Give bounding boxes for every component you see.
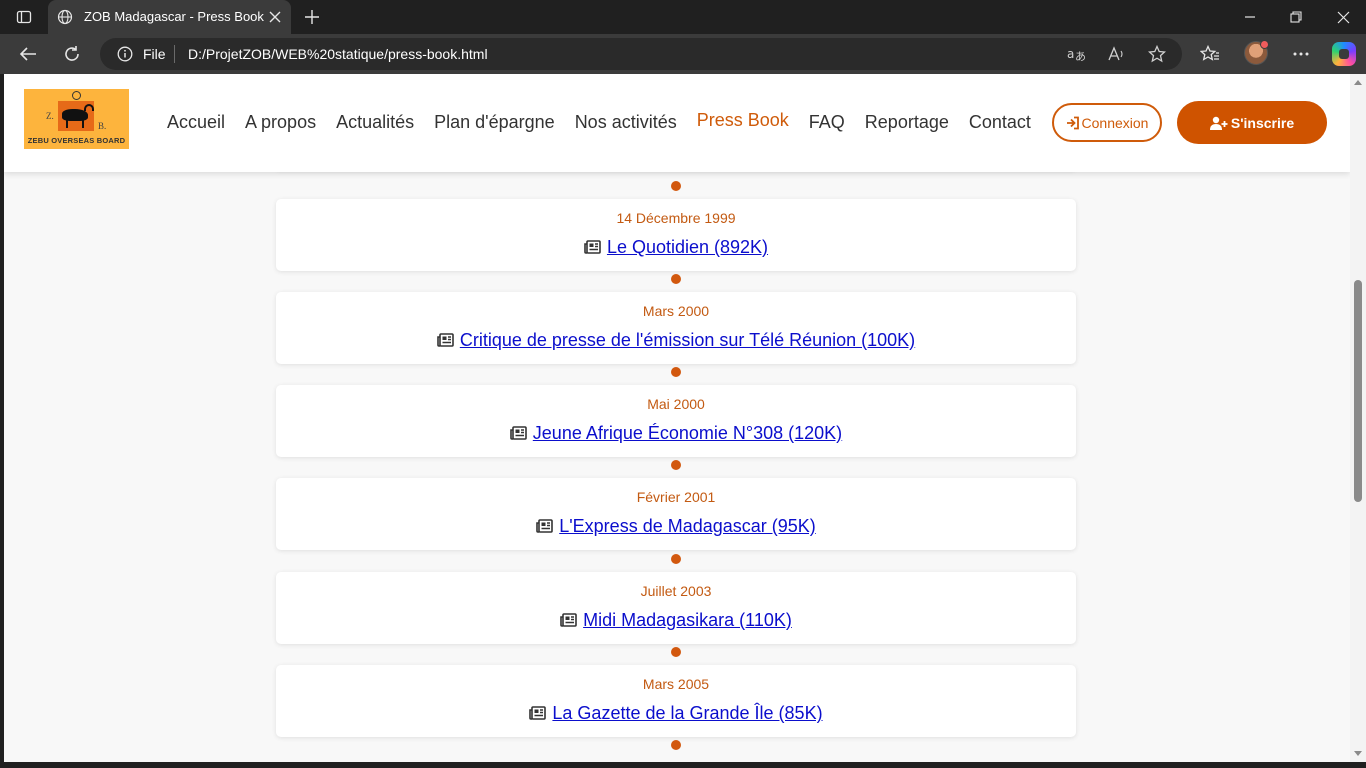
signup-label: S'inscrire xyxy=(1230,114,1295,131)
press-date: Mars 2005 xyxy=(642,676,710,692)
nav-accueil[interactable]: Accueil xyxy=(167,112,225,133)
press-timeline: 14 Décembre 1999 Le Quotidien (892K) Mar… xyxy=(276,74,1076,762)
restore-icon[interactable] xyxy=(1284,6,1308,28)
timeline-dot xyxy=(671,181,681,191)
translate-icon[interactable]: aあ xyxy=(1066,44,1086,64)
refresh-icon[interactable] xyxy=(59,42,85,66)
minimize-icon[interactable] xyxy=(1238,6,1262,28)
press-date: Mai 2000 xyxy=(647,396,705,412)
tab-title: ZOB Madagascar - Press Book xyxy=(84,9,264,24)
press-card: Mars 2005 La Gazette de la Grande Île (8… xyxy=(276,665,1076,737)
signup-button[interactable]: S'inscrire xyxy=(1177,101,1327,144)
svg-text:あ: あ xyxy=(1075,50,1085,62)
logo-caption: ZEBU OVERSEAS BOARD xyxy=(27,136,126,145)
main-nav: Accueil A propos Actualités Plan d'éparg… xyxy=(167,110,1031,134)
press-card: Juillet 2003 Midi Madagasikara (110K) xyxy=(276,572,1076,644)
timeline-dot xyxy=(671,647,681,657)
logo-letter-b: B. xyxy=(98,121,107,131)
favorite-star-icon[interactable] xyxy=(1147,44,1167,64)
page-viewport: Z. B. ZEBU OVERSEAS BOARD Accueil A prop… xyxy=(4,74,1350,762)
tab-actions-icon[interactable] xyxy=(10,6,38,28)
press-card: Février 2001 L'Express de Madagascar (95… xyxy=(276,478,1076,550)
address-separator xyxy=(174,45,175,63)
login-button[interactable]: Connexion xyxy=(1052,103,1162,142)
window-bottom-edge xyxy=(0,762,1366,768)
press-date: Mars 2000 xyxy=(642,303,710,319)
newspaper-icon xyxy=(437,333,454,347)
newspaper-icon xyxy=(584,240,601,254)
nav-faq[interactable]: FAQ xyxy=(809,112,845,133)
browser-tab[interactable]: ZOB Madagascar - Press Book xyxy=(48,0,291,34)
browser-tab-bar: ZOB Madagascar - Press Book xyxy=(0,0,1366,34)
press-date: Juillet 2003 xyxy=(640,583,712,599)
press-date: Février 2001 xyxy=(636,489,716,505)
address-bar[interactable]: File D:/ProjetZOB/WEB%20statique/press-b… xyxy=(100,38,1182,70)
press-link[interactable]: Le Quotidien (892K) xyxy=(607,237,768,257)
page-scrollbar[interactable] xyxy=(1350,74,1366,762)
nav-actualites[interactable]: Actualités xyxy=(336,112,414,133)
timeline-dot xyxy=(671,460,681,470)
nav-reportage[interactable]: Reportage xyxy=(865,112,949,133)
globe-icon xyxy=(57,9,73,25)
logo-symbol xyxy=(72,91,81,100)
newspaper-icon xyxy=(509,426,527,440)
favorites-icon[interactable] xyxy=(1197,42,1223,66)
press-date: 14 Décembre 1999 xyxy=(616,210,736,226)
sign-in-icon xyxy=(1066,116,1079,129)
scroll-up-arrow-icon[interactable] xyxy=(1354,80,1362,85)
zebu-leg xyxy=(66,119,68,128)
close-window-icon[interactable] xyxy=(1331,6,1355,28)
scrollbar-thumb[interactable] xyxy=(1354,280,1362,502)
timeline-dot xyxy=(671,554,681,564)
nav-press-book[interactable]: Press Book xyxy=(697,110,789,131)
svg-text:a: a xyxy=(1067,47,1074,61)
info-icon[interactable] xyxy=(117,46,133,62)
close-tab-icon[interactable] xyxy=(267,9,283,25)
scroll-down-arrow-icon[interactable] xyxy=(1354,751,1362,756)
browser-toolbar: File D:/ProjetZOB/WEB%20statique/press-b… xyxy=(0,34,1366,74)
login-label: Connexion xyxy=(1081,114,1149,131)
press-card: Mars 2000 Critique de presse de l'émissi… xyxy=(276,292,1076,364)
nav-a-propos[interactable]: A propos xyxy=(245,112,316,133)
newspaper-icon xyxy=(529,706,547,720)
copilot-icon[interactable] xyxy=(1332,42,1356,66)
nav-plan-epargne[interactable]: Plan d'épargne xyxy=(434,112,555,133)
nav-contact[interactable]: Contact xyxy=(969,112,1031,133)
site-logo[interactable]: Z. B. ZEBU OVERSEAS BOARD xyxy=(24,89,129,149)
back-icon[interactable] xyxy=(15,42,41,66)
logo-letter-z: Z. xyxy=(46,111,54,121)
press-link[interactable]: Jeune Afrique Économie N°308 (120K) xyxy=(533,423,842,443)
press-card: Mai 2000 Jeune Afrique Économie N°308 (1… xyxy=(276,385,1076,457)
zebu-horn xyxy=(84,104,94,111)
press-link[interactable]: L'Express de Madagascar (95K) xyxy=(559,516,816,536)
nav-nos-activites[interactable]: Nos activités xyxy=(575,112,677,133)
profile-avatar[interactable] xyxy=(1244,40,1269,65)
url-text[interactable]: D:/ProjetZOB/WEB%20statique/press-book.h… xyxy=(188,46,488,62)
more-options-icon[interactable] xyxy=(1288,42,1314,66)
newspaper-icon xyxy=(536,519,554,533)
newspaper-icon xyxy=(560,613,577,627)
new-tab-icon[interactable] xyxy=(302,7,322,27)
read-aloud-icon[interactable] xyxy=(1107,44,1127,64)
timeline-dot xyxy=(671,274,681,284)
press-link[interactable]: La Gazette de la Grande Île (85K) xyxy=(552,703,822,723)
press-card: 14 Décembre 1999 Le Quotidien (892K) xyxy=(276,199,1076,271)
press-link[interactable]: Critique de presse de l'émission sur Tél… xyxy=(460,330,915,350)
timeline-dot xyxy=(671,740,681,750)
user-plus-icon xyxy=(1209,116,1228,130)
notification-dot xyxy=(1260,40,1269,49)
zebu-leg xyxy=(82,119,84,128)
timeline-dot xyxy=(671,367,681,377)
site-header: Z. B. ZEBU OVERSEAS BOARD Accueil A prop… xyxy=(4,74,1350,172)
address-scheme: File xyxy=(143,46,166,62)
press-link[interactable]: Midi Madagasikara (110K) xyxy=(583,610,792,630)
